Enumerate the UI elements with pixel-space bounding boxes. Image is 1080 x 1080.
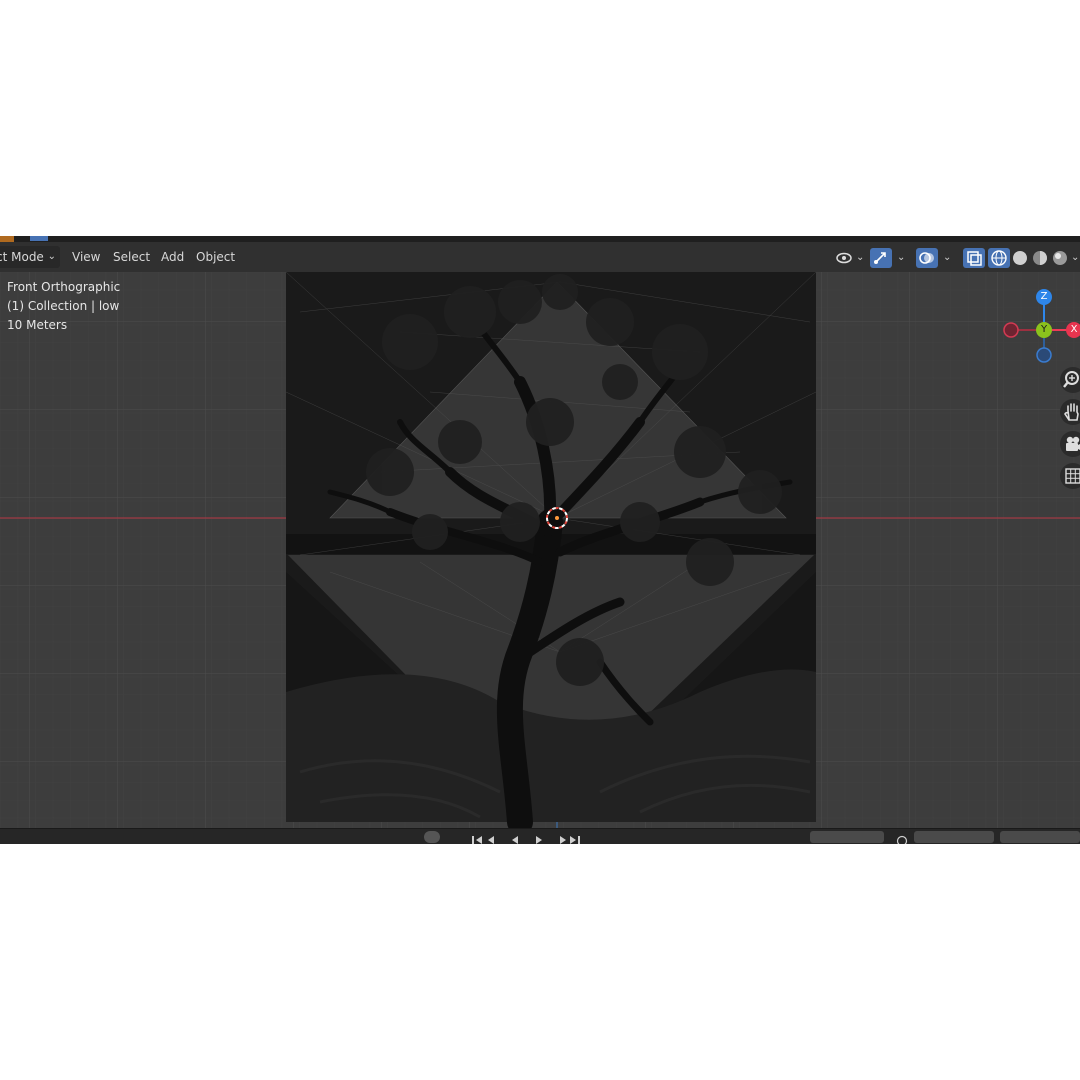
gizmo-icon[interactable] [870,248,892,268]
solid-shading-icon[interactable] [1010,248,1030,268]
zoom-icon[interactable] [1060,367,1080,393]
end-frame-field[interactable] [1000,831,1080,843]
grid-icon[interactable] [1060,463,1080,489]
chevron-down-icon: ⌄ [47,251,56,262]
workspace-icon[interactable] [30,236,48,241]
menu-view[interactable]: View [66,246,106,268]
hand-icon[interactable] [1060,399,1080,425]
overlay-icon[interactable] [916,248,938,268]
chevron-down-icon[interactable]: ⌄ [856,248,864,268]
chevron-down-icon[interactable]: ⌄ [897,248,905,268]
stopwatch-icon[interactable] [894,831,910,844]
menu-select[interactable]: Select [107,246,156,268]
mode-dropdown[interactable]: ct Mode ⌄ [0,246,60,268]
viewport-canvas [0,272,1080,828]
timeline-bar [0,828,1080,844]
navigation-gizmo[interactable]: Z Y X [1000,280,1080,368]
material-shading-icon[interactable] [1030,248,1050,268]
menu-add[interactable]: Add [155,246,190,268]
3d-viewport[interactable]: Front Orthographic (1) Collection | low … [0,272,1080,828]
xray-icon[interactable] [963,248,985,268]
view-name: Front Orthographic [7,280,121,294]
record-icon[interactable] [424,831,440,843]
gizmo-x-axis[interactable]: X [1066,322,1080,338]
viewport-header: ct Mode ⌄ View Select Add Object ⌄ ⌄ ⌄ ⌄ [0,242,1080,272]
gizmo-y-axis[interactable]: Y [1036,322,1052,338]
playback-controls[interactable] [470,831,590,844]
chevron-down-icon[interactable]: ⌄ [1071,248,1079,268]
rendered-shading-icon[interactable] [1050,248,1070,268]
wireframe-shading-icon[interactable] [988,248,1010,268]
gizmo-z-axis[interactable]: Z [1036,289,1052,305]
blender-window: ct Mode ⌄ View Select Add Object ⌄ ⌄ ⌄ ⌄… [0,236,1080,844]
current-frame-field[interactable] [810,831,884,843]
mode-label: ct Mode [0,250,44,264]
chevron-down-icon[interactable]: ⌄ [943,248,951,268]
start-frame-field[interactable] [914,831,994,843]
menu-object[interactable]: Object [190,246,241,268]
camera-icon[interactable] [1060,431,1080,457]
collection-label: (1) Collection | low [7,299,120,313]
grid-scale-label: 10 Meters [7,318,68,332]
eye-icon[interactable] [834,248,856,268]
tree-image-plane [285,272,817,828]
